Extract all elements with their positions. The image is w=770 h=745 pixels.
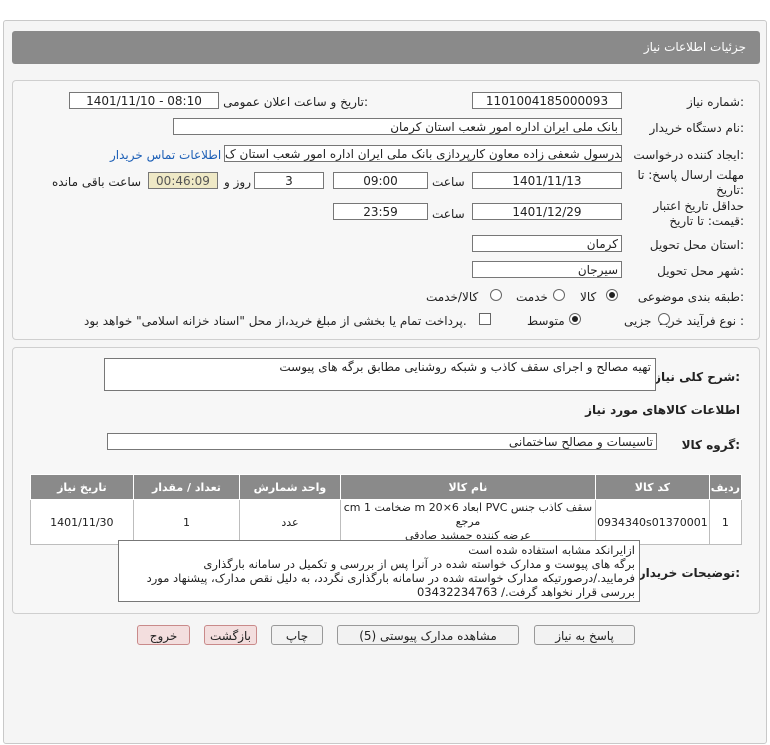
summary-label: شرح کلی نیاز: [654, 370, 740, 384]
category-goods-radio[interactable] [606, 289, 618, 301]
cell-date: 1401/11/30 [30, 499, 134, 545]
goods-table: ردیف کد کالا نام کالا واحد شمارش تعداد /… [30, 474, 743, 545]
cell-row: 1 [708, 499, 743, 545]
exit-button[interactable]: خروج [137, 625, 190, 645]
category-both-radio[interactable] [490, 289, 502, 301]
validity-date-field: 1401/12/29 [472, 203, 622, 220]
summary-field: تهیه مصالح و اجرای سقف کاذب و شبکه روشنا… [104, 358, 656, 391]
cell-name: سقف کاذب جنس PVC ابعاد 6×20 m ضخامت 1 cm… [339, 499, 597, 545]
view-attachments-button[interactable]: مشاهده مدارک پیوستی (5) [337, 625, 519, 645]
notes-line-4: بررسی قرار نخواهد گرفت./ 03432234763 [416, 585, 635, 599]
cell-qty: 1 [132, 499, 241, 545]
need-number-field: 1101004185000093 [472, 92, 622, 109]
goods-section-title: اطلاعات کالاهای مورد نیاز [585, 403, 740, 417]
col-name: نام کالا [339, 474, 597, 500]
announce-field: 1401/11/10 - 08:10 [69, 92, 219, 109]
process-medium-label: متوسط [527, 314, 565, 328]
city-field: سیرجان [472, 261, 622, 278]
process-medium-radio[interactable] [569, 313, 581, 325]
category-service-radio[interactable] [553, 289, 565, 301]
category-goods-label: کالا [580, 290, 597, 304]
buyer-field: بانک ملی ایران اداره امور شعب استان کرما… [173, 118, 622, 135]
deadline-time-field: 09:00 [333, 172, 428, 189]
remaining-time-field: 00:46:09 [148, 172, 218, 189]
goods-group-label: گروه کالا: [681, 438, 740, 452]
col-unit: واحد شمارش [239, 474, 341, 500]
category-label: طبقه بندی موضوعی: [637, 290, 744, 304]
province-field: کرمان [472, 235, 622, 252]
city-label: شهر محل تحویل: [657, 264, 744, 278]
need-number-label: شماره نیاز: [686, 95, 744, 109]
remaining-label: ساعت باقی مانده [52, 175, 142, 189]
cell-unit: عدد [239, 499, 341, 545]
table-row: 1 0934340s01370001 سقف کاذب جنس PVC ابعا… [30, 499, 743, 545]
notes-line-2: برگه های پیوست و مدارک خواسته شده در آنر… [203, 557, 635, 571]
cell-code: 0934340s01370001 [595, 499, 710, 545]
notes-line-3: فرمایید./درصورتیکه مدارک خواسته شده در س… [146, 571, 635, 585]
days-field: 3 [254, 172, 324, 189]
back-button[interactable]: بازگشت [204, 625, 257, 645]
cell-name-line1: سقف کاذب جنس PVC ابعاد 6×20 m ضخامت 1 cm… [343, 501, 593, 528]
notes-label: توضیحات خریدار: [638, 566, 740, 580]
buyer-label: نام دستگاه خریدار: [649, 121, 745, 135]
deadline-label-2: تاریخ: [716, 183, 744, 197]
goods-table-header: ردیف کد کالا نام کالا واحد شمارش تعداد /… [30, 474, 743, 500]
goods-group-field: تاسیسات و مصالح ساختمانی [107, 433, 657, 450]
col-code: کد کالا [595, 474, 710, 500]
deadline-label: مهلت ارسال پاسخ: تا [637, 168, 744, 182]
validity-label: حداقل تاریخ اعتبار [653, 199, 744, 213]
print-button[interactable]: چاپ [271, 625, 323, 645]
reply-button[interactable]: پاسخ به نیاز [534, 625, 635, 645]
col-row: ردیف [708, 474, 743, 500]
process-minor-radio[interactable] [658, 313, 670, 325]
creator-label: ایجاد کننده درخواست: [633, 148, 744, 162]
validity-time-field: 23:59 [333, 203, 428, 220]
category-service-label: خدمت [516, 290, 548, 304]
col-qty: تعداد / مقدار [132, 474, 241, 500]
notes-line-1: ازایرانکد مشابه استفاده شده است [468, 543, 635, 557]
process-minor-label: جزیی [624, 314, 652, 328]
deadline-time-label: ساعت [432, 175, 465, 189]
page-title: جزئیات اطلاعات نیاز [643, 40, 746, 54]
buyer-contact-link[interactable]: اطلاعات تماس خریدار [110, 148, 221, 162]
validity-label-2: قیمت: تا تاریخ: [669, 214, 744, 228]
validity-time-label: ساعت [432, 207, 465, 221]
payment-note: پرداخت تمام یا بخشی از مبلغ خرید،از محل … [84, 314, 467, 328]
process-label: نوع فرآیند خرید : [659, 314, 744, 328]
announce-label: تاریخ و ساعت اعلان عمومی: [223, 95, 368, 109]
province-label: استان محل تحویل: [649, 238, 744, 252]
deadline-date-field: 1401/11/13 [472, 172, 622, 189]
title-bar: جزئیات اطلاعات نیاز [12, 31, 760, 64]
creator-field: مجدرسول شعفی زاده معاون کارپردازی بانک م… [224, 145, 622, 162]
notes-field: ازایرانکد مشابه استفاده شده است برگه های… [118, 540, 640, 602]
category-both-label: کالا/خدمت [426, 290, 479, 304]
days-label: روز و [224, 175, 251, 189]
treasury-payment-checkbox[interactable] [479, 313, 491, 325]
col-date: تاریخ نیاز [30, 474, 134, 500]
